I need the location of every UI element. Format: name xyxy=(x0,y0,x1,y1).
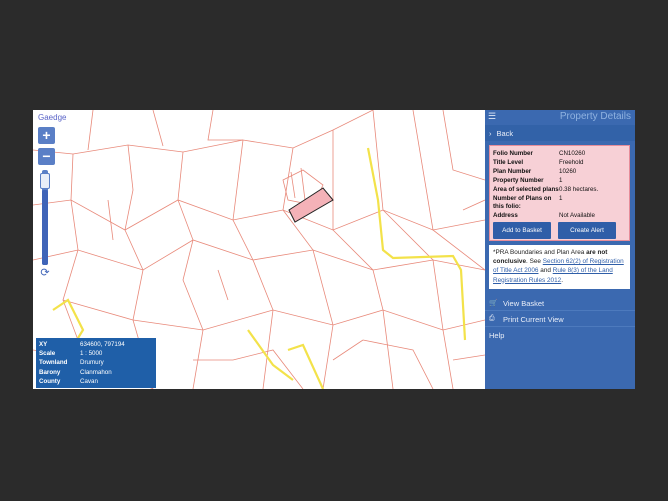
divider xyxy=(485,310,635,311)
boundary-notice: *PRA Boundaries and Plan Area are not co… xyxy=(489,245,630,289)
info-row-barony: Barony Clanmahon xyxy=(39,368,112,376)
zoom-slider-handle[interactable] xyxy=(40,173,50,189)
help-link[interactable]: Help xyxy=(489,328,504,342)
back-button[interactable]: › Back xyxy=(485,125,635,141)
panel-header: ☰ Property Details xyxy=(485,110,635,124)
info-row-scale: Scale 1 : 5000 xyxy=(39,350,103,358)
notice-end: . xyxy=(561,276,563,284)
cart-icon: 🛒 xyxy=(489,300,498,307)
detail-row-title-level: Title Level Freehold xyxy=(493,159,584,166)
create-alert-button[interactable]: Create Alert xyxy=(558,222,616,239)
panel-title: Property Details xyxy=(559,111,631,122)
divider xyxy=(485,326,635,327)
property-details-panel: ☰ Property Details › Back Folio Number CN… xyxy=(485,110,635,389)
zoom-out-button[interactable]: − xyxy=(38,148,55,165)
detail-row-area: Area of selected plans 0.38 hectares. xyxy=(493,186,599,193)
info-row-county: County Cavan xyxy=(39,377,98,385)
map-viewer[interactable]: Gaedge + − ⟳ XY 634600, 797194 Scale 1 : 5… xyxy=(33,110,485,389)
view-basket-link[interactable]: 🛒 View Basket xyxy=(489,296,544,310)
add-to-basket-button[interactable]: Add to Basket xyxy=(493,222,551,239)
back-label: Back xyxy=(496,128,514,138)
notice-text-2: . See xyxy=(526,258,543,266)
info-row-townland: Townland Drumury xyxy=(39,359,104,367)
print-view-label: Print Current View xyxy=(503,314,564,324)
zoom-slider-fill xyxy=(42,190,48,265)
townland-label: Gaedge xyxy=(38,113,67,122)
refresh-icon[interactable]: ⟳ xyxy=(39,267,51,279)
print-current-view-link[interactable]: ⎙ Print Current View xyxy=(489,312,564,326)
folio-details-box: Folio Number CN10260 Title Level Freehold … xyxy=(489,145,630,241)
menu-icon[interactable]: ☰ xyxy=(488,112,496,121)
info-row-xy: XY 634600, 797194 xyxy=(39,341,125,349)
view-basket-label: View Basket xyxy=(503,298,545,308)
zoom-in-button[interactable]: + xyxy=(38,127,55,144)
help-label: Help xyxy=(489,330,505,340)
detail-row-property-number: Property Number 1 xyxy=(493,177,563,184)
notice-and: and xyxy=(538,267,553,275)
coordinate-info-box: XY 634600, 797194 Scale 1 : 5000 Townland D… xyxy=(36,338,156,388)
detail-row-plans-count: Number of Plans on this folio: 1 xyxy=(493,195,563,210)
notice-text: *PRA Boundaries and Plan Area xyxy=(493,249,587,256)
chevron-right-icon: › xyxy=(489,128,492,138)
detail-row-folio: Folio Number CN10260 xyxy=(493,150,586,157)
print-icon: ⎙ xyxy=(489,315,495,322)
detail-row-address: Address Not Available xyxy=(493,212,596,219)
detail-row-plan-number: Plan Number 10260 xyxy=(493,168,577,175)
